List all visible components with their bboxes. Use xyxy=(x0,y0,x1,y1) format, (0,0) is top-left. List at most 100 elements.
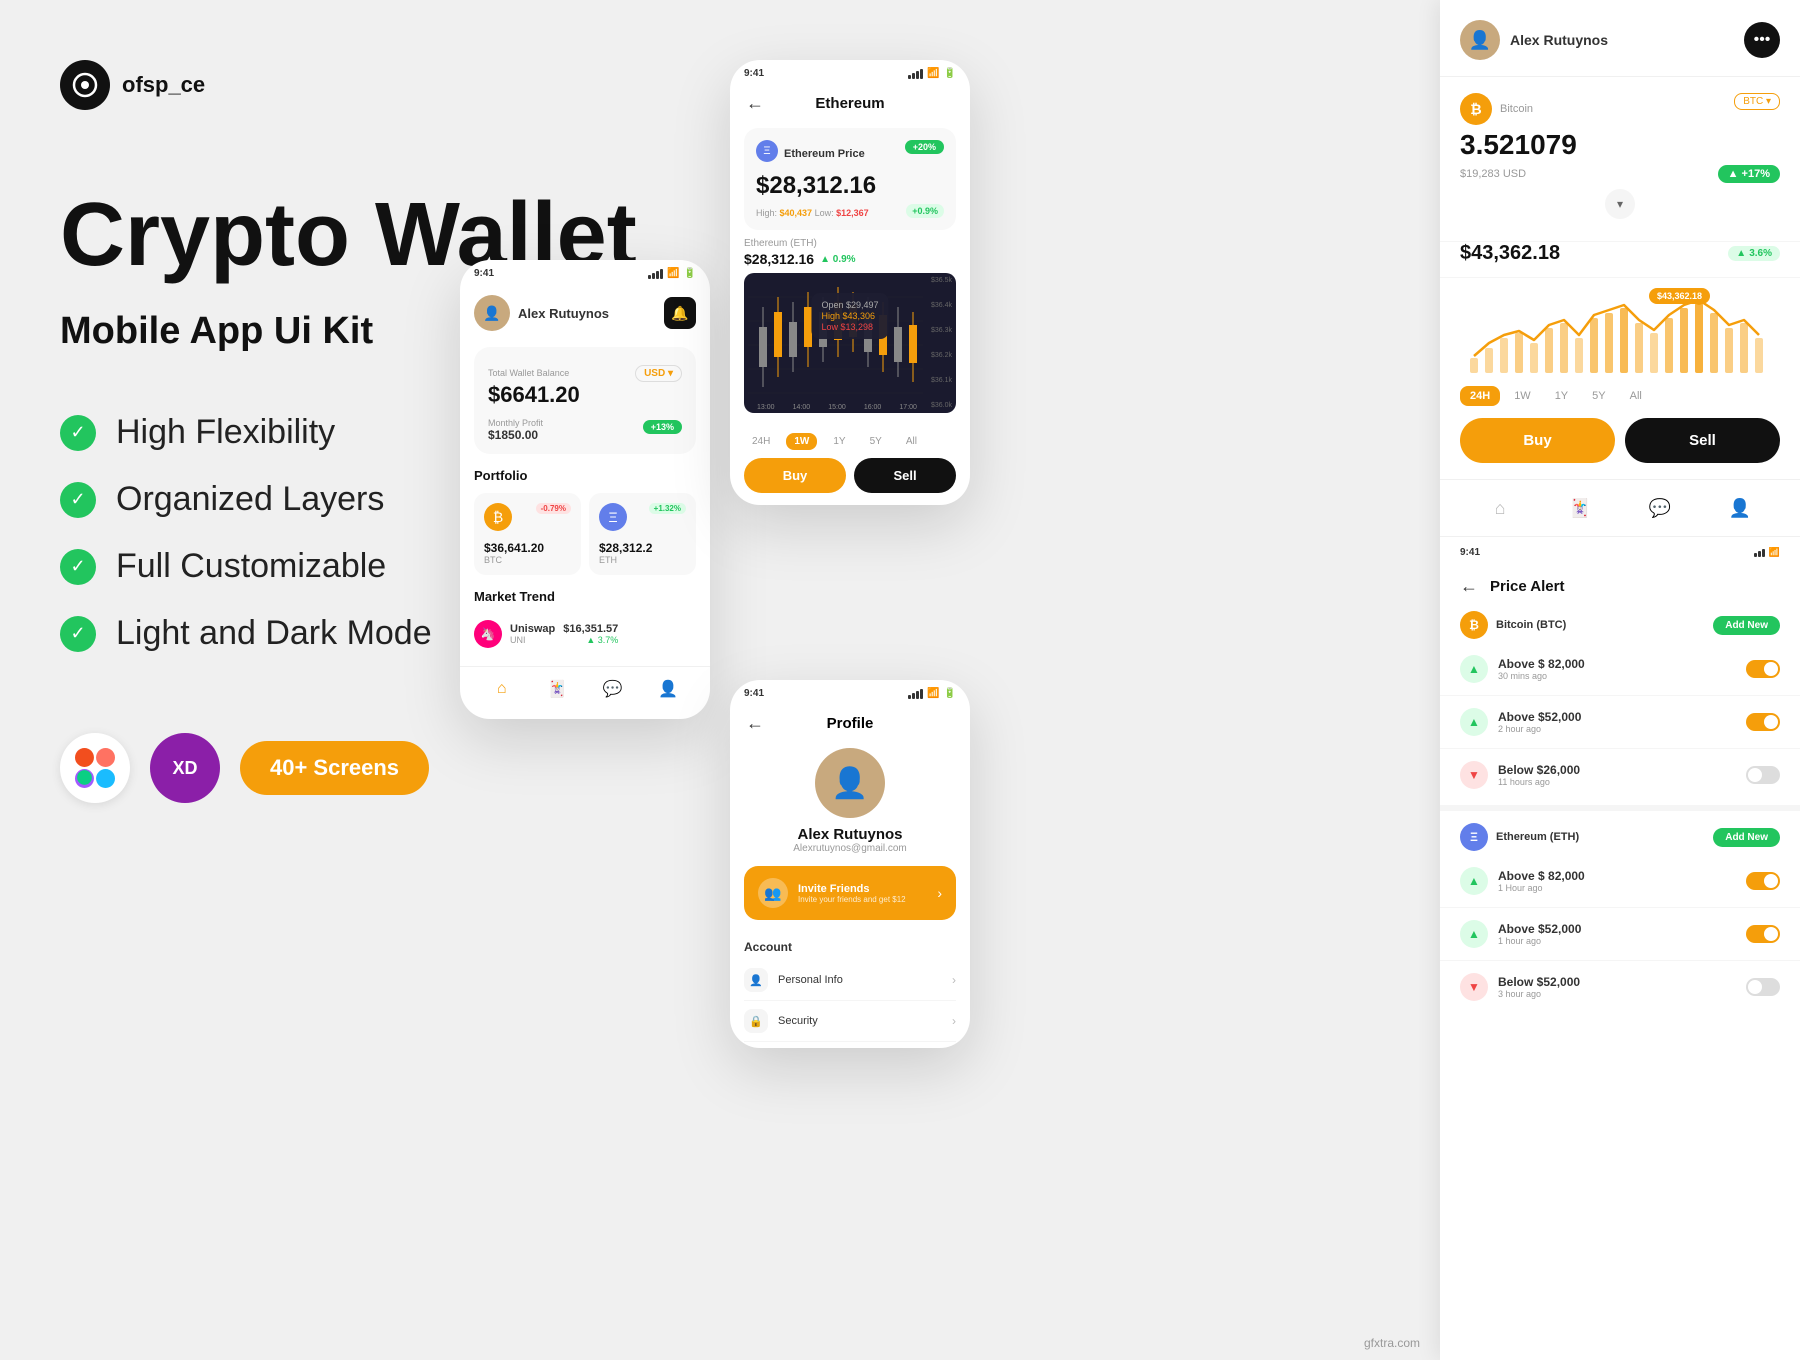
filter-1y[interactable]: 1Y xyxy=(825,433,853,450)
account-section: Account 👤 Personal Info › 🔒 Security › xyxy=(730,930,970,1048)
invite-icon: 👥 xyxy=(758,878,788,908)
alert-item-eth-3: ▼ Below $52,000 3 hour ago xyxy=(1440,965,1800,1009)
profit-amount: $1850.00 xyxy=(488,428,543,442)
xd-badge[interactable]: XD xyxy=(150,733,220,803)
rnav-home[interactable]: ⌂ xyxy=(1482,490,1518,526)
market-item-uni[interactable]: 🦄 Uniswap UNI $16,351.57 ▲ 3.7% xyxy=(474,614,696,654)
eth-portfolio-card[interactable]: Ξ +1.32% $28,312.2 ETH xyxy=(589,493,696,575)
eth-price: $28,312.2 xyxy=(599,541,686,555)
btc-portfolio-card[interactable]: ₿ -0.79% $36,641.20 BTC xyxy=(474,493,581,575)
nav-card[interactable]: 🃏 xyxy=(545,677,569,701)
nav-home[interactable]: ⌂ xyxy=(490,677,514,701)
profile-email: Alexrutuynos@gmail.com xyxy=(730,843,970,854)
toggle-3[interactable] xyxy=(1746,766,1780,784)
eth-screen-header: ← Ethereum xyxy=(730,83,970,120)
price-alert-panel: 9:41 📶 ← Price Alert ₿ Bitcoin (BTC) Add… xyxy=(1440,537,1800,1009)
btc-price2-row: $43,362.18 ▲ 3.6% xyxy=(1460,242,1780,265)
alert-item-btc-2: ▲ Above $52,000 2 hour ago xyxy=(1440,700,1800,744)
add-new-btc-button[interactable]: Add New xyxy=(1713,616,1780,635)
wifi-alert-icon: 📶 xyxy=(1769,547,1780,558)
uni-name: Uniswap xyxy=(510,623,555,635)
candle-high: $43,306 xyxy=(842,311,875,321)
toggle-eth-2[interactable] xyxy=(1746,925,1780,943)
candlestick-chart: Open $29,497 High $43,306 Low $13,298 $3… xyxy=(744,273,956,413)
sell-button-eth[interactable]: Sell xyxy=(854,458,956,493)
toggle-2[interactable] xyxy=(1746,713,1780,731)
logo-text: ofsp_ce xyxy=(122,72,205,98)
rnav-profile[interactable]: 👤 xyxy=(1722,490,1758,526)
profile-avatar: 👤 xyxy=(815,748,885,818)
btc-dropdown[interactable]: BTC ▾ xyxy=(1734,93,1780,110)
filter-1w[interactable]: 1W xyxy=(786,433,817,450)
phone-time-profile: 9:41 xyxy=(744,688,764,699)
screens-badge[interactable]: 40+ Screens xyxy=(240,741,429,795)
y-axis-labels: $36.5k $36.4k $36.3k $36.2k $36.1k $36.0… xyxy=(931,273,952,413)
btc-alert-header: ₿ Bitcoin (BTC) Add New xyxy=(1440,607,1800,647)
tab-1y[interactable]: 1Y xyxy=(1545,386,1578,406)
alert-info-eth-1: Above $ 82,000 1 Hour ago xyxy=(1498,869,1736,893)
trade-buttons-eth: Buy Sell xyxy=(744,458,956,493)
eth-high-low: High: $40,437 Low: $12,367 xyxy=(756,208,869,218)
eth-20-badge: +20% xyxy=(905,140,944,154)
right-trade-buttons: Buy Sell xyxy=(1440,418,1800,479)
account-item-1[interactable]: 👤 Personal Info › xyxy=(744,960,956,1001)
right-sell-button[interactable]: Sell xyxy=(1625,418,1780,463)
alert-up-icon-eth-2: ▲ xyxy=(1460,920,1488,948)
tab-5y[interactable]: 5Y xyxy=(1582,386,1615,406)
filter-24h[interactable]: 24H xyxy=(744,433,778,450)
alert-info-3: Below $26,000 11 hours ago xyxy=(1498,763,1736,787)
right-user-avatar: 👤 xyxy=(1460,20,1500,60)
tab-1w[interactable]: 1W xyxy=(1504,386,1541,406)
line-chart-area: $43,362.18 xyxy=(1440,278,1800,378)
wallet-balance: $6641.20 xyxy=(488,382,682,408)
filter-5y[interactable]: 5Y xyxy=(862,433,890,450)
bottom-nav-main: ⌂ 🃏 💬 👤 xyxy=(460,666,710,711)
alert-time-eth-1: 1 Hour ago xyxy=(1498,883,1736,893)
btc-widget-top: ₿ Bitcoin BTC ▾ xyxy=(1460,93,1780,125)
eth-coin-label: Ethereum Price xyxy=(784,148,865,160)
btc-badge2-text: 3.6% xyxy=(1749,248,1772,259)
expand-button[interactable]: ▾ xyxy=(1605,189,1635,219)
toggle-eth-1[interactable] xyxy=(1746,872,1780,890)
buy-button-eth[interactable]: Buy xyxy=(744,458,846,493)
filter-all[interactable]: All xyxy=(898,433,925,450)
acc-arrow-2: › xyxy=(952,1014,956,1028)
uniswap-icon: 🦄 xyxy=(474,620,502,648)
phone-eth: 9:41 📶 🔋 ← Ethereum Ξ Ethereum Price +20… xyxy=(730,60,970,505)
add-new-eth-button[interactable]: Add New xyxy=(1713,828,1780,847)
alert-price-eth-1: Above $ 82,000 xyxy=(1498,869,1736,883)
currency-badge[interactable]: USD ▾ xyxy=(635,365,682,382)
uni-prices: $16,351.57 ▲ 3.7% xyxy=(563,623,618,645)
tab-24h[interactable]: 24H xyxy=(1460,386,1500,406)
alert-price-2: Above $52,000 xyxy=(1498,710,1736,724)
figma-badge[interactable] xyxy=(60,733,130,803)
right-buy-button[interactable]: Buy xyxy=(1460,418,1615,463)
right-menu-icon[interactable]: ••• xyxy=(1744,22,1780,58)
currency-text: USD xyxy=(644,368,665,379)
profile-header: ← Profile xyxy=(730,703,970,740)
rnav-card[interactable]: 🃏 xyxy=(1562,490,1598,526)
eth-up-value: ▲ 0.9% xyxy=(820,254,855,265)
rnav-chat[interactable]: 💬 xyxy=(1642,490,1678,526)
tab-all[interactable]: All xyxy=(1620,386,1652,406)
alert-time-1: 30 mins ago xyxy=(1498,671,1736,681)
toggle-1[interactable] xyxy=(1746,660,1780,678)
back-button-eth[interactable]: ← xyxy=(746,93,764,114)
btc-badge-text: +17% xyxy=(1742,168,1770,180)
feature-text-layers: Organized Layers xyxy=(116,480,384,519)
account-item-2[interactable]: 🔒 Security › xyxy=(744,1001,956,1042)
nav-profile[interactable]: 👤 xyxy=(656,677,680,701)
toggle-eth-3[interactable] xyxy=(1746,978,1780,996)
nav-chat[interactable]: 💬 xyxy=(601,677,625,701)
invite-card[interactable]: 👥 Invite Friends Invite your friends and… xyxy=(744,866,956,920)
acc-label-2: Security xyxy=(778,1015,942,1027)
back-button-profile[interactable]: ← xyxy=(746,713,764,734)
alert-back-button[interactable]: ← xyxy=(1460,576,1478,597)
wallet-card: Total Wallet Balance USD ▾ $6641.20 Mont… xyxy=(474,347,696,454)
eth-coin-icon: Ξ xyxy=(756,140,778,162)
battery-icon-profile: 🔋 xyxy=(944,688,956,699)
battery-icon: 🔋 xyxy=(684,268,696,279)
right-panel: 👤 Alex Rutuynos ••• ₿ Bitcoin BTC ▾ 3.52… xyxy=(1440,0,1800,1360)
notification-button[interactable]: 🔔 xyxy=(664,297,696,329)
wifi-icon-eth: 📶 xyxy=(927,68,939,79)
